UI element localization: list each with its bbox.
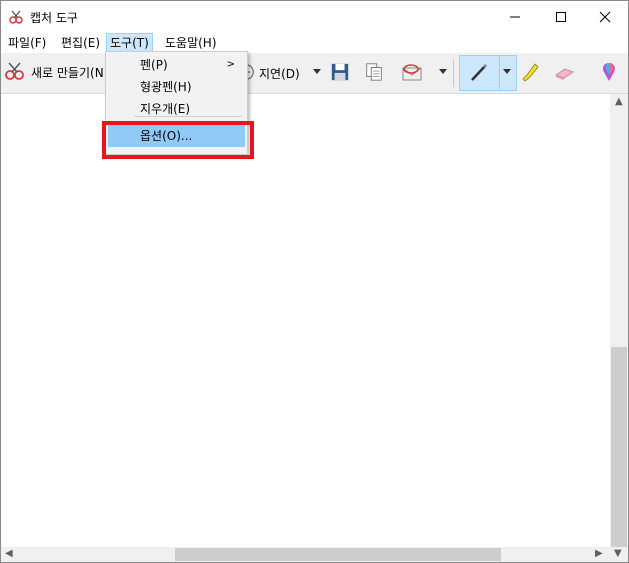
minimize-icon — [510, 16, 520, 18]
menu-item-pen-label: 펜(P) — [140, 58, 168, 72]
close-icon — [599, 11, 611, 23]
pen-icon — [468, 61, 490, 83]
scissors-icon — [4, 60, 26, 85]
toolbar: 새로 만들기(N 지연(D) — [1, 53, 628, 94]
menu-separator — [134, 116, 242, 117]
new-snip-label: 새로 만들기(N — [31, 65, 104, 80]
menu-item-highlighter[interactable]: 형광펜(H) — [109, 76, 243, 98]
capture-canvas[interactable] — [1, 94, 610, 547]
send-email-icon[interactable] — [401, 61, 423, 83]
scroll-down-icon[interactable]: ▼ — [614, 548, 622, 559]
menu-help[interactable]: 도움말(H) — [162, 33, 220, 53]
send-dropdown-arrow-icon[interactable] — [439, 69, 447, 74]
title-bar: 캡처 도구 — [1, 1, 628, 33]
pen-dropdown-arrow-icon[interactable] — [503, 69, 511, 74]
menu-file[interactable]: 파일(F) — [5, 33, 49, 53]
menu-edit[interactable]: 편집(E) — [58, 33, 103, 53]
new-snip-button[interactable]: 새로 만들기(N — [4, 61, 104, 83]
menu-tools[interactable]: 도구(T) — [106, 33, 153, 53]
copy-icon[interactable] — [363, 61, 385, 83]
eraser-icon[interactable] — [553, 61, 575, 83]
options-highlight-box — [102, 121, 254, 159]
pen-split-divider — [499, 55, 500, 89]
maximize-button[interactable] — [538, 1, 584, 33]
paint3d-icon[interactable] — [598, 61, 620, 83]
close-button[interactable] — [582, 1, 628, 33]
submenu-arrow-icon: > — [226, 59, 235, 70]
scroll-left-icon[interactable]: ◀ — [5, 548, 13, 559]
scroll-up-icon[interactable]: ▲ — [615, 96, 623, 107]
menu-item-highlighter-label: 형광펜(H) — [140, 80, 192, 94]
horizontal-scroll-thumb[interactable] — [175, 548, 501, 561]
highlighter-icon[interactable] — [519, 61, 541, 83]
save-icon[interactable] — [329, 61, 351, 83]
delay-button[interactable]: 지연(D) — [259, 65, 300, 82]
delay-dropdown-arrow-icon[interactable] — [313, 69, 321, 74]
maximize-icon — [556, 12, 566, 22]
scroll-corner: ▼ — [610, 547, 628, 562]
scroll-right-icon[interactable]: ▶ — [595, 548, 603, 559]
menu-bar: 파일(F) 편집(E) 도구(T) 도움말(H) — [1, 33, 628, 53]
menu-item-pen[interactable]: 펜(P) > — [109, 54, 243, 76]
vertical-scrollbar[interactable]: ▲ — [610, 94, 628, 547]
minimize-button[interactable] — [492, 1, 538, 33]
toolbar-separator — [453, 59, 454, 87]
horizontal-scrollbar[interactable]: ◀ ▶ — [1, 547, 610, 562]
window-title: 캡처 도구 — [30, 11, 78, 25]
vertical-scroll-thumb[interactable] — [611, 347, 627, 547]
snipping-tool-icon — [8, 9, 24, 25]
snipping-tool-window: 캡처 도구 파일(F) 편집(E) 도구(T) 도움말(H) 새로 만들기(N … — [0, 0, 629, 563]
